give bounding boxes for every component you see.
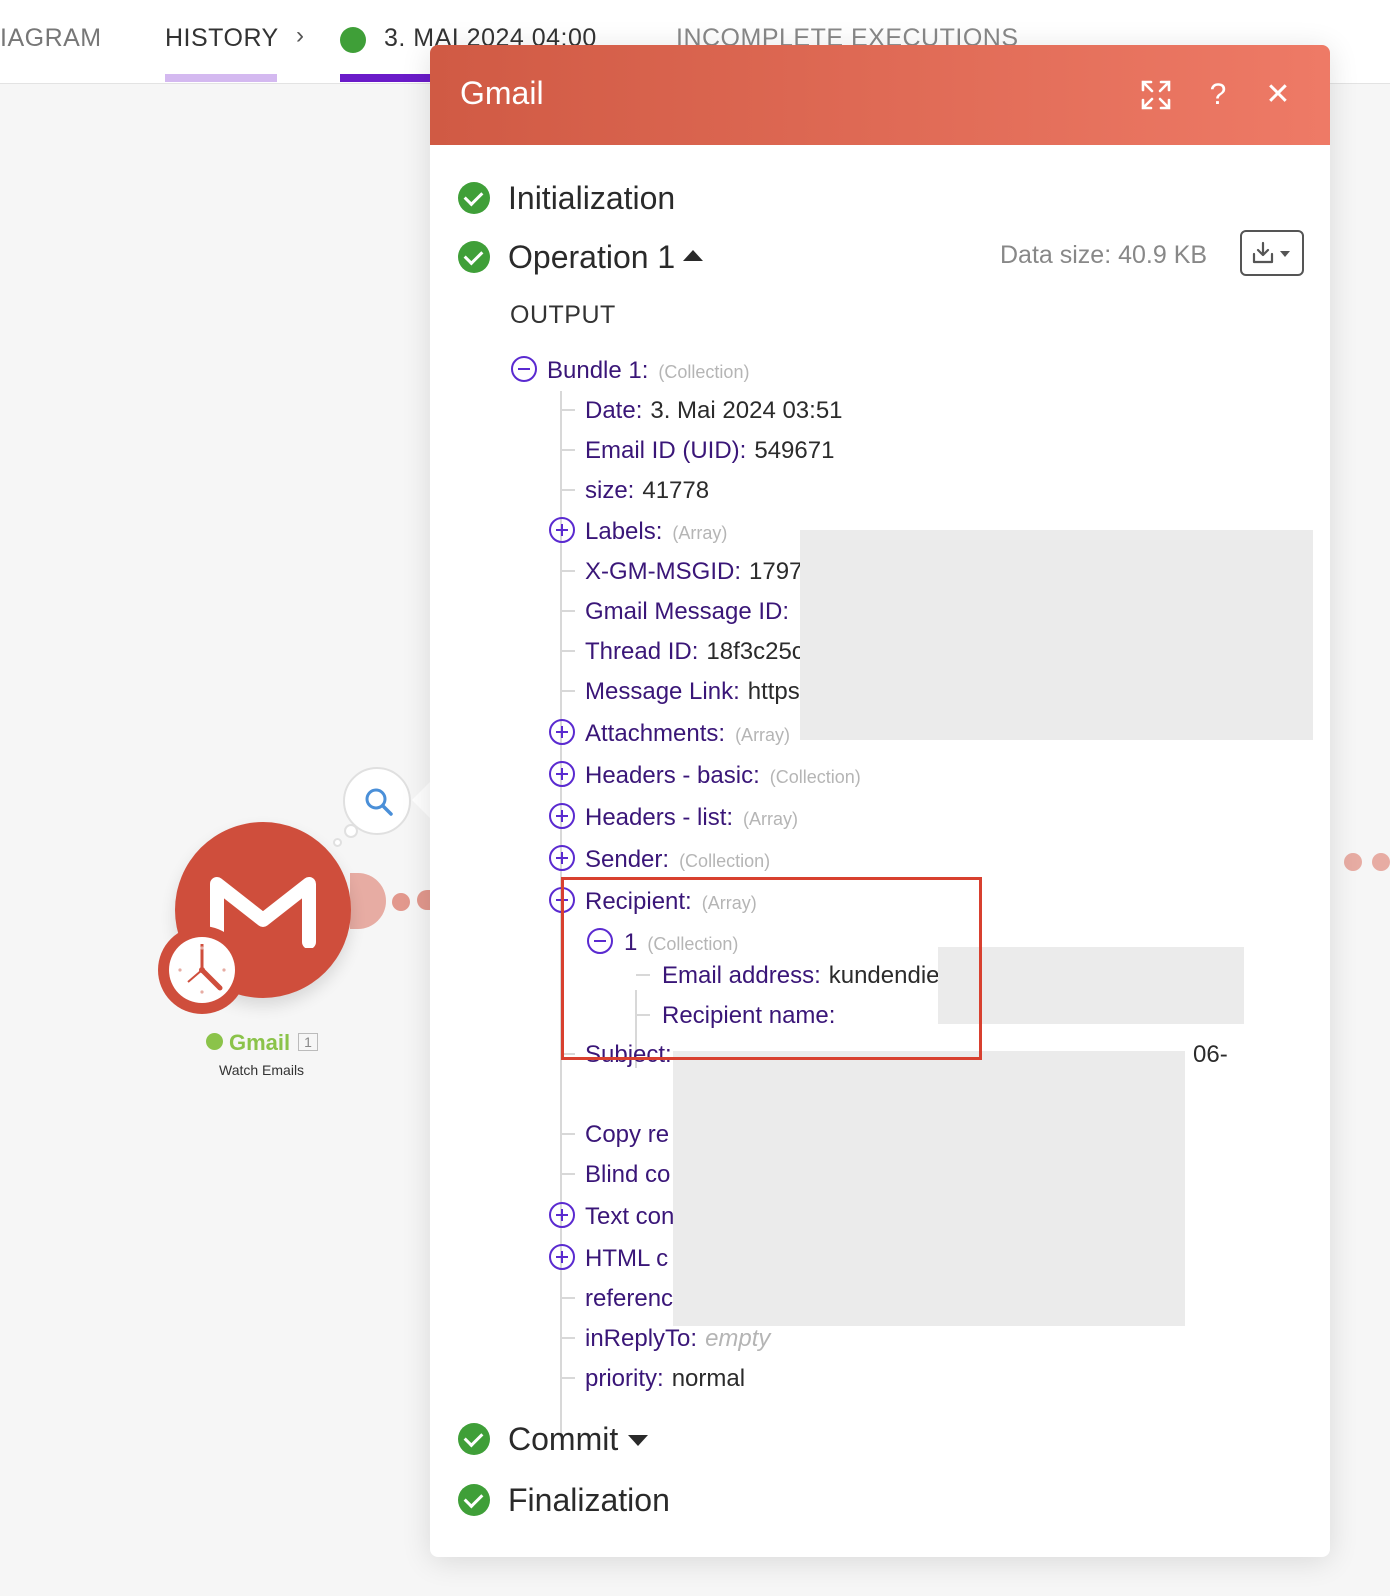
bubble-dot — [344, 824, 358, 838]
phase-commit-label: Commit — [508, 1421, 619, 1457]
expand-button[interactable] — [1136, 75, 1176, 115]
connector-dot — [417, 890, 431, 910]
phase-initialization-label: Initialization — [508, 180, 676, 216]
field-blind-copy: Blind co — [585, 1161, 671, 1188]
tab-history-underline — [165, 74, 277, 82]
expand-text-content-toggle[interactable] — [549, 1202, 575, 1228]
clock-icon[interactable] — [158, 926, 246, 1014]
highlight-annotation-box — [561, 877, 982, 1060]
phase-finalization-label: Finalization — [508, 1482, 670, 1518]
tree-tick — [561, 690, 575, 692]
bundle-row: Bundle 1: (Collection) — [547, 357, 749, 385]
phase-finalization[interactable]: Finalization — [458, 1482, 670, 1519]
check-icon — [458, 241, 490, 273]
field-in-reply-to: inReplyTo: empty — [585, 1325, 771, 1352]
panel-pointer — [412, 782, 430, 818]
tree-tick — [561, 489, 575, 491]
tree-tick — [561, 650, 575, 652]
tree-tick — [561, 409, 575, 411]
field-headers-list: Headers - list: (Array) — [585, 804, 799, 831]
redacted-area — [673, 1051, 1185, 1326]
output-label: OUTPUT — [510, 301, 616, 329]
connector-dot — [392, 893, 410, 911]
field-thread-id: Thread ID: 18f3c25c — [585, 638, 804, 665]
field-subject-value-fragment: 06- — [1193, 1041, 1228, 1068]
caret-up-icon — [683, 250, 704, 261]
chevron-right-icon: › — [296, 22, 304, 49]
collapse-bundle-toggle[interactable] — [511, 356, 537, 382]
field-priority: priority: normal — [585, 1365, 746, 1392]
field-copy-recipient: Copy re — [585, 1121, 670, 1148]
module-name: Gmail 1 — [206, 1030, 318, 1056]
expand-labels-toggle[interactable] — [549, 517, 575, 543]
tab-run-underline — [340, 74, 440, 82]
field-references: referenc — [585, 1285, 674, 1312]
expand-headers-basic-toggle[interactable] — [549, 761, 575, 787]
expand-icon — [1141, 80, 1171, 110]
panel-title: Gmail — [460, 75, 544, 111]
caret-down-icon — [628, 1435, 649, 1446]
field-attachments: Attachments: (Array) — [585, 720, 791, 747]
expand-headers-list-toggle[interactable] — [549, 803, 575, 829]
check-icon — [206, 1033, 223, 1050]
data-size: Data size: 40.9 KB — [1000, 241, 1208, 269]
search-icon — [365, 788, 393, 816]
module-connector[interactable] — [350, 873, 386, 929]
panel-header: Gmail ? ✕ — [430, 45, 1330, 145]
expand-html-content-toggle[interactable] — [549, 1244, 575, 1270]
check-icon — [458, 182, 490, 214]
operation-count-badge: 1 — [298, 1033, 318, 1051]
expand-sender-toggle[interactable] — [549, 845, 575, 871]
download-icon — [1252, 241, 1290, 264]
redacted-area — [938, 947, 1244, 1024]
tree-tick — [561, 570, 575, 572]
expand-attachments-toggle[interactable] — [549, 719, 575, 745]
field-date: Date: 3. Mai 2024 03:51 — [585, 397, 843, 424]
field-headers-basic: Headers - basic: (Collection) — [585, 762, 861, 789]
module-name-text: Gmail — [229, 1030, 291, 1055]
phase-operation-1[interactable]: Operation 1 — [458, 239, 704, 276]
field-sender: Sender: (Collection) — [585, 846, 771, 873]
check-icon — [458, 1423, 490, 1455]
tree-tick — [561, 1377, 575, 1379]
execution-panel: Gmail ? ✕ Initialization Operation 1 Dat… — [430, 45, 1330, 1557]
tab-diagram[interactable]: IAGRAM — [0, 24, 102, 53]
bundle-key: Bundle 1: — [547, 357, 649, 384]
field-html-content: HTML c — [585, 1245, 669, 1272]
tree-tick — [561, 449, 575, 451]
check-icon — [458, 1484, 490, 1516]
phase-commit[interactable]: Commit — [458, 1421, 649, 1458]
phase-operation-label: Operation 1 — [508, 239, 676, 275]
field-email-id: Email ID (UID): 549671 — [585, 437, 835, 464]
field-labels: Labels: (Array) — [585, 518, 728, 545]
module-action: Watch Emails — [219, 1062, 305, 1078]
field-gmail-message-id: Gmail Message ID: — [585, 598, 790, 625]
help-icon[interactable]: ? — [1198, 75, 1238, 115]
field-message-link: Message Link: https — [585, 678, 800, 705]
tree-tick — [561, 1297, 575, 1299]
tree-tick — [561, 1173, 575, 1175]
tree-tick — [561, 1337, 575, 1339]
redacted-area — [800, 530, 1313, 740]
bundle-type: (Collection) — [658, 362, 750, 382]
tab-history[interactable]: HISTORY — [165, 24, 279, 53]
tree-tick — [561, 1133, 575, 1135]
field-size: size: 41778 — [585, 477, 710, 504]
check-icon — [340, 27, 366, 53]
field-text-content: Text con — [585, 1203, 675, 1230]
download-button[interactable] — [1240, 230, 1304, 276]
tree-tick — [561, 610, 575, 612]
bubble-dot — [333, 838, 342, 847]
phase-initialization[interactable]: Initialization — [458, 180, 675, 217]
field-x-gm-msgid: X-GM-MSGID: 1797 — [585, 558, 803, 585]
close-icon[interactable]: ✕ — [1258, 75, 1298, 115]
